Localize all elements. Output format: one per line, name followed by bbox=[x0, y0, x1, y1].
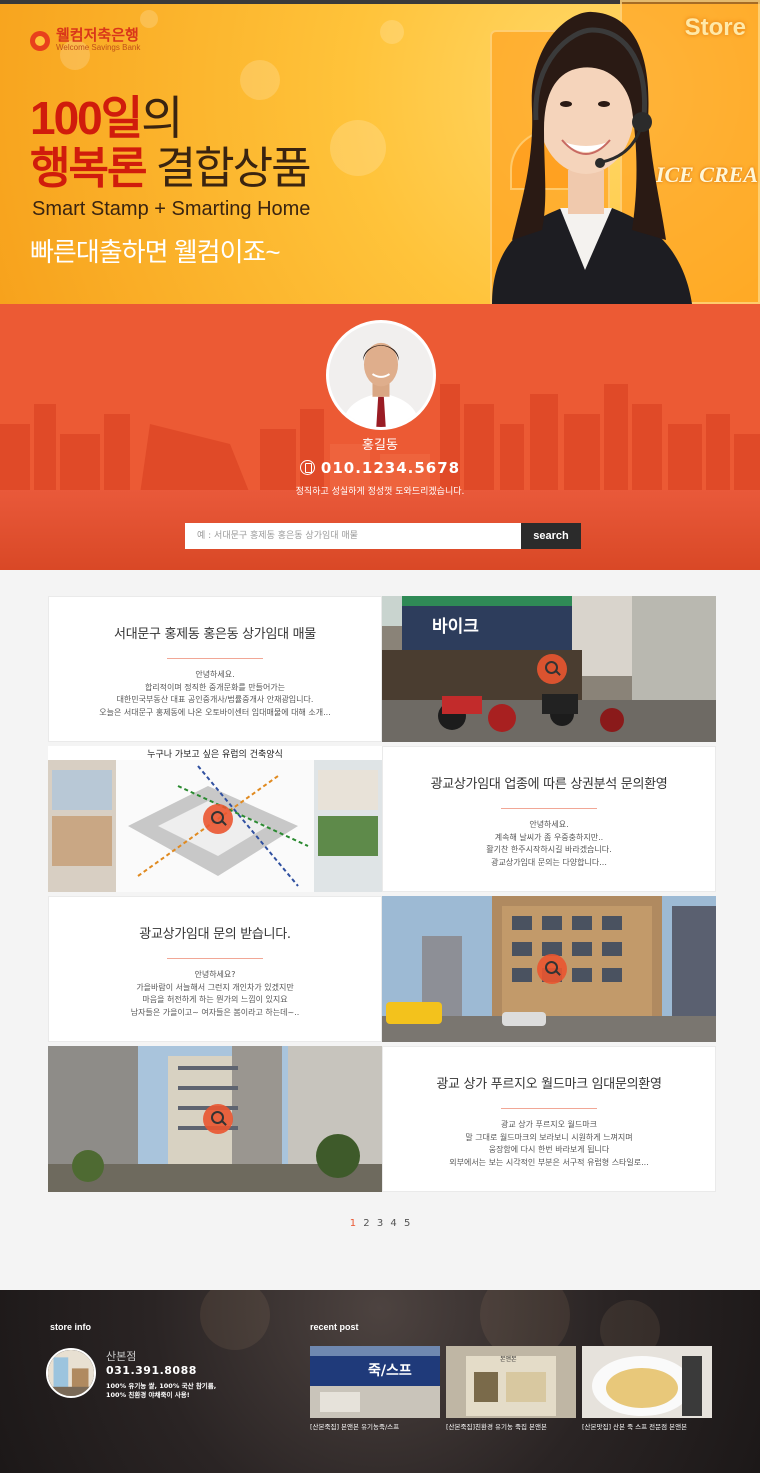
call-center-agent-photo bbox=[492, 11, 692, 304]
zoom-icon[interactable] bbox=[203, 804, 233, 834]
brand-name-ko: 웰컴저축은행 bbox=[56, 27, 139, 44]
agent-avatar bbox=[326, 320, 436, 430]
recent-post-image[interactable]: 죽/스프 bbox=[310, 1346, 440, 1418]
zoom-icon[interactable] bbox=[203, 1104, 233, 1134]
recent-post-item[interactable]: [산본맛집] 산본 죽 스프 전문점 본앤본 bbox=[582, 1346, 712, 1431]
listing-excerpt: 광교 상가 푸르지오 월드마크 말 그대로 월드마크의 보라보니 시원하게 느껴… bbox=[449, 1120, 649, 1167]
recent-post-caption[interactable]: [산본죽집]친환경 유기농 죽집 본앤본 bbox=[446, 1421, 576, 1431]
brand-logo[interactable]: 웰컴저축은행 Welcome Savings Bank bbox=[30, 28, 140, 53]
page-link-5[interactable]: 5 bbox=[404, 1218, 410, 1229]
post-sign: 죽/스프 bbox=[368, 1363, 412, 1379]
listing-photo[interactable]: 누구나 가보고 싶은 유럽의 건축양식 bbox=[48, 746, 382, 892]
agent-message: 정직하고 성실하게 정성껏 도와드리겠습니다. bbox=[295, 487, 465, 497]
listing-photo[interactable]: 바이크 bbox=[382, 596, 716, 742]
recent-post-image[interactable]: 본앤본 bbox=[446, 1346, 576, 1418]
recent-post-image[interactable] bbox=[582, 1346, 712, 1418]
listing-row: 광교상가임대 문의 받습니다. 안녕하세요? 가을바람이 서늘해서 그런지 개인… bbox=[48, 896, 716, 1042]
listing-excerpt: 안녕하세요? 가을바람이 서늘해서 그런지 개인차가 있겠지만 마음을 허전하게… bbox=[130, 970, 300, 1017]
listing-card-text[interactable]: 서대문구 홍제동 홍은동 상가임대 매물 안녕하세요. 합리적이며 정직한 중개… bbox=[48, 596, 382, 742]
recent-post-caption[interactable]: [산본죽집] 본앤본 유기농죽/스프 bbox=[310, 1421, 440, 1431]
recent-post-item[interactable]: 본앤본 [산본죽집]친환경 유기농 죽집 본앤본 bbox=[446, 1346, 576, 1431]
store-phone[interactable]: 031.391.8088 bbox=[106, 1364, 197, 1377]
page-link-4[interactable]: 4 bbox=[390, 1218, 396, 1229]
divider bbox=[501, 1108, 597, 1109]
hero-tagline: 빠른대출하면 웰컴이죠~ bbox=[30, 237, 281, 267]
hero-headline-1: 100일의 bbox=[30, 92, 183, 144]
shop-sign: 바이크 bbox=[432, 617, 479, 637]
listing-grid: 서대문구 홍제동 홍은동 상가임대 매물 안녕하세요. 합리적이며 정직한 중개… bbox=[48, 596, 716, 1196]
listing-excerpt: 안녕하세요. 합리적이며 정직한 중개문화를 만들어가는 대한민국부동산 대표 … bbox=[99, 670, 331, 717]
phone-icon bbox=[299, 460, 315, 475]
listing-title[interactable]: 서대문구 홍제동 홍은동 상가임대 매물 bbox=[49, 623, 381, 642]
hero-subtitle: Smart Stamp + Smarting Home bbox=[32, 198, 311, 220]
agent-name: 홍길동 bbox=[362, 438, 398, 453]
footer: store info 산본점 031.391.8088 100% 유기농 쌀, … bbox=[0, 1290, 760, 1473]
divider bbox=[167, 658, 263, 659]
listing-title[interactable]: 광교상가임대 업종에 따른 상권분석 문의환영 bbox=[383, 773, 715, 792]
store-name: 산본점 bbox=[106, 1350, 137, 1363]
zoom-icon[interactable] bbox=[537, 654, 567, 684]
listing-card-text[interactable]: 광교 상가 푸르지오 월드마크 임대문의환영 광교 상가 푸르지오 월드마크 말… bbox=[382, 1046, 716, 1192]
listing-row: 서대문구 홍제동 홍은동 상가임대 매물 안녕하세요. 합리적이며 정직한 중개… bbox=[48, 596, 716, 742]
search-button[interactable]: search bbox=[521, 523, 581, 549]
store-info-title: store info bbox=[50, 1322, 92, 1332]
search-input[interactable] bbox=[185, 523, 521, 549]
listing-row: 광교 상가 푸르지오 월드마크 임대문의환영 광교 상가 푸르지오 월드마크 말… bbox=[48, 1046, 716, 1192]
listing-photo[interactable] bbox=[382, 896, 716, 1042]
listing-card-text[interactable]: 광교상가임대 업종에 따른 상권분석 문의환영 안녕하세요. 계속해 날씨가 좀… bbox=[382, 746, 716, 892]
recent-post-title: recent post bbox=[310, 1322, 359, 1332]
listing-card-text[interactable]: 광교상가임대 문의 받습니다. 안녕하세요? 가을바람이 서늘해서 그런지 개인… bbox=[48, 896, 382, 1042]
store-description: 100% 유기농 쌀, 100% 국산 참기름, 100% 친환경 야채죽이 사… bbox=[106, 1382, 217, 1399]
pagination: 1 2 3 4 5 bbox=[0, 1218, 760, 1229]
listing-photo[interactable] bbox=[48, 1046, 382, 1192]
divider bbox=[501, 808, 597, 809]
listing-excerpt: 안녕하세요. 계속해 날씨가 좀 우중충하지만.. 활기찬 한주시작하시길 바라… bbox=[486, 820, 612, 867]
hero-headline-2: 행복론 결합상품 bbox=[30, 144, 312, 193]
page-link-2[interactable]: 2 bbox=[363, 1218, 369, 1229]
divider bbox=[167, 958, 263, 959]
zoom-icon[interactable] bbox=[537, 954, 567, 984]
listing-row: 누구나 가보고 싶은 유럽의 건축양식 광교상가임대 업종에 따른 상권분석 문… bbox=[48, 746, 716, 892]
agent-section: 홍길동 010.1234.5678 정직하고 성실하게 정성껏 도와드리겠습니다… bbox=[0, 304, 760, 570]
brand-name-en: Welcome Savings Bank bbox=[56, 43, 141, 52]
store-thumbnail bbox=[46, 1348, 96, 1398]
sketch-caption: 누구나 가보고 싶은 유럽의 건축양식 bbox=[147, 750, 283, 760]
hero-banner: 웰컴저축은행 Welcome Savings Bank 100일의 행복론 결합… bbox=[0, 0, 760, 304]
recent-post-item[interactable]: 죽/스프 [산본죽집] 본앤본 유기농죽/스프 bbox=[310, 1346, 440, 1431]
listing-title[interactable]: 광교상가임대 문의 받습니다. bbox=[49, 923, 381, 942]
page-link-1[interactable]: 1 bbox=[350, 1218, 356, 1229]
listing-title[interactable]: 광교 상가 푸르지오 월드마크 임대문의환영 bbox=[383, 1073, 715, 1092]
recent-post-caption[interactable]: [산본맛집] 산본 죽 스프 전문점 본앤본 bbox=[582, 1421, 712, 1431]
post-sign: 본앤본 bbox=[500, 1356, 517, 1363]
page-link-3[interactable]: 3 bbox=[377, 1218, 383, 1229]
logo-icon bbox=[30, 30, 50, 51]
agent-phone[interactable]: 010.1234.5678 bbox=[0, 459, 760, 477]
